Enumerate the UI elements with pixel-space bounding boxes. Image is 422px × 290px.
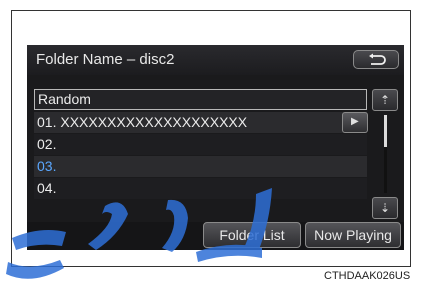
title-bar: Folder Name – disc2 — [27, 45, 404, 75]
list-item-label: 01. XXXXXXXXXXXXXXXXXXXX — [37, 114, 248, 130]
list-item-label: 04. — [37, 180, 57, 196]
scroll-down-button[interactable]: ⇣ — [372, 197, 398, 219]
page-title: Folder Name – disc2 — [36, 51, 174, 68]
title-separator: – — [126, 51, 136, 68]
figure-code: CTHDAAK026US — [324, 270, 411, 282]
audio-screen: Folder Name – disc2 Random 01. XXXXXXXXX… — [27, 45, 404, 250]
folder-list-button[interactable]: Folder List — [203, 222, 301, 248]
list-item-label: 03. — [37, 158, 57, 174]
now-playing-button[interactable]: Now Playing — [305, 222, 401, 248]
return-arrow-icon — [369, 53, 386, 65]
arrow-up-icon: ⇡ — [379, 93, 391, 107]
arrow-down-icon: ⇣ — [379, 201, 391, 215]
play-folder-button[interactable]: ▶ — [342, 112, 368, 133]
scrollbar-thumb[interactable] — [384, 115, 387, 147]
list-item-01[interactable]: 01. XXXXXXXXXXXXXXXXXXXX — [34, 112, 367, 133]
play-icon: ▶ — [351, 116, 359, 127]
list-item-random[interactable]: Random — [34, 89, 367, 110]
scroll-up-button[interactable]: ⇡ — [372, 89, 398, 111]
list-item-02[interactable]: 02. — [34, 134, 367, 155]
list-item-label: 02. — [37, 136, 57, 152]
list-item-04[interactable]: 04. — [34, 178, 367, 199]
list-item-label: Random — [38, 91, 91, 107]
list-item-03[interactable]: 03. — [34, 156, 367, 177]
title-label: Folder Name — [36, 51, 123, 68]
disc-name: disc2 — [139, 51, 175, 68]
back-button[interactable] — [353, 50, 399, 69]
